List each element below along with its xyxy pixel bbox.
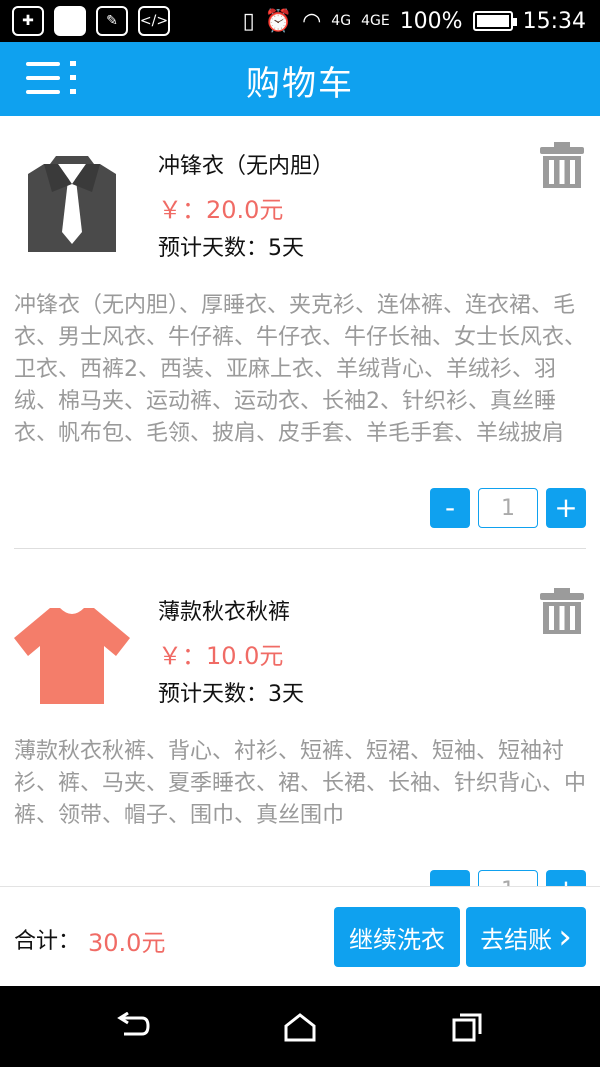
- back-icon[interactable]: [114, 1012, 150, 1042]
- divider: [14, 548, 586, 549]
- decrease-button[interactable]: -: [430, 488, 470, 528]
- increase-button[interactable]: +: [546, 870, 586, 886]
- checkout-button[interactable]: 去结账 ›: [466, 907, 586, 967]
- cart-list[interactable]: 冲锋衣（无内胆） ￥：20.0元 预计天数：5天 冲锋衣（无内胆）、厚睡衣、夹克…: [0, 116, 600, 886]
- battery-icon: [472, 11, 517, 31]
- item-name: 冲锋衣（无内胆）: [158, 154, 335, 179]
- app-bar: 购物车: [0, 42, 600, 116]
- quantity-input[interactable]: 1: [478, 488, 538, 528]
- suit-tie-icon: [28, 156, 116, 252]
- clock: 15:34: [522, 8, 586, 34]
- item-description: 冲锋衣（无内胆）、厚睡衣、夹克衫、连体裤、连衣裙、毛衣、男士风衣、牛仔裤、牛仔衣…: [14, 293, 587, 446]
- trash-icon[interactable]: [540, 588, 584, 634]
- chevron-right-icon: ›: [558, 917, 572, 957]
- cart-item: 薄款秋衣秋裤 ￥：10.0元 预计天数：3天 薄款秋衣秋裤、背心、衬衫、短裤、短…: [0, 562, 600, 886]
- battery-percent: 100%: [399, 8, 463, 34]
- item-price: ￥：10.0元: [158, 642, 284, 670]
- item-name: 薄款秋衣秋裤: [158, 600, 291, 625]
- total-value: 30.0元: [88, 929, 166, 957]
- alarm-icon: ⏰: [264, 8, 293, 34]
- continue-washing-button[interactable]: 继续洗衣: [334, 907, 460, 967]
- app-notification-icon: [54, 6, 86, 36]
- code-icon: </>: [138, 6, 170, 36]
- trash-icon[interactable]: [540, 142, 584, 188]
- quantity-stepper: - 1 +: [430, 870, 586, 886]
- increase-button[interactable]: +: [546, 488, 586, 528]
- vibrate-icon: ▯: [242, 8, 255, 34]
- network-label-2: 4GE: [361, 13, 390, 29]
- home-icon[interactable]: [282, 1012, 318, 1042]
- quantity-stepper: - 1 +: [430, 488, 586, 528]
- quantity-input[interactable]: 1: [478, 870, 538, 886]
- network-label: 4G: [331, 13, 352, 29]
- add-icon: ✚: [12, 6, 44, 36]
- checkout-label: 去结账: [480, 925, 553, 954]
- decrease-button[interactable]: -: [430, 870, 470, 886]
- item-days: 预计天数：5天: [158, 236, 304, 261]
- page-title: 购物车: [246, 64, 354, 104]
- status-bar: ✚ ✎ </> ▯ ⏰ ◠ 4G 4GE 100% 15:34: [0, 0, 600, 42]
- cart-item: 冲锋衣（无内胆） ￥：20.0元 预计天数：5天 冲锋衣（无内胆）、厚睡衣、夹克…: [0, 116, 600, 546]
- item-description: 薄款秋衣秋裤、背心、衬衫、短裤、短裙、短袖、短袖衬衫、裤、马夹、夏季睡衣、裙、长…: [14, 739, 587, 828]
- item-price: ￥：20.0元: [158, 196, 284, 224]
- item-days: 预计天数：3天: [158, 682, 304, 707]
- wifi-icon: ◠: [302, 8, 322, 34]
- tshirt-icon: [14, 608, 130, 704]
- checkout-bar: 合计： 30.0元 继续洗衣 去结账 ›: [0, 886, 600, 986]
- continue-washing-label: 继续洗衣: [349, 925, 445, 954]
- bird-icon: ✎: [96, 6, 128, 36]
- recent-apps-icon[interactable]: [450, 1012, 486, 1042]
- total-label: 合计：: [14, 929, 81, 954]
- system-nav-bar: [0, 986, 600, 1067]
